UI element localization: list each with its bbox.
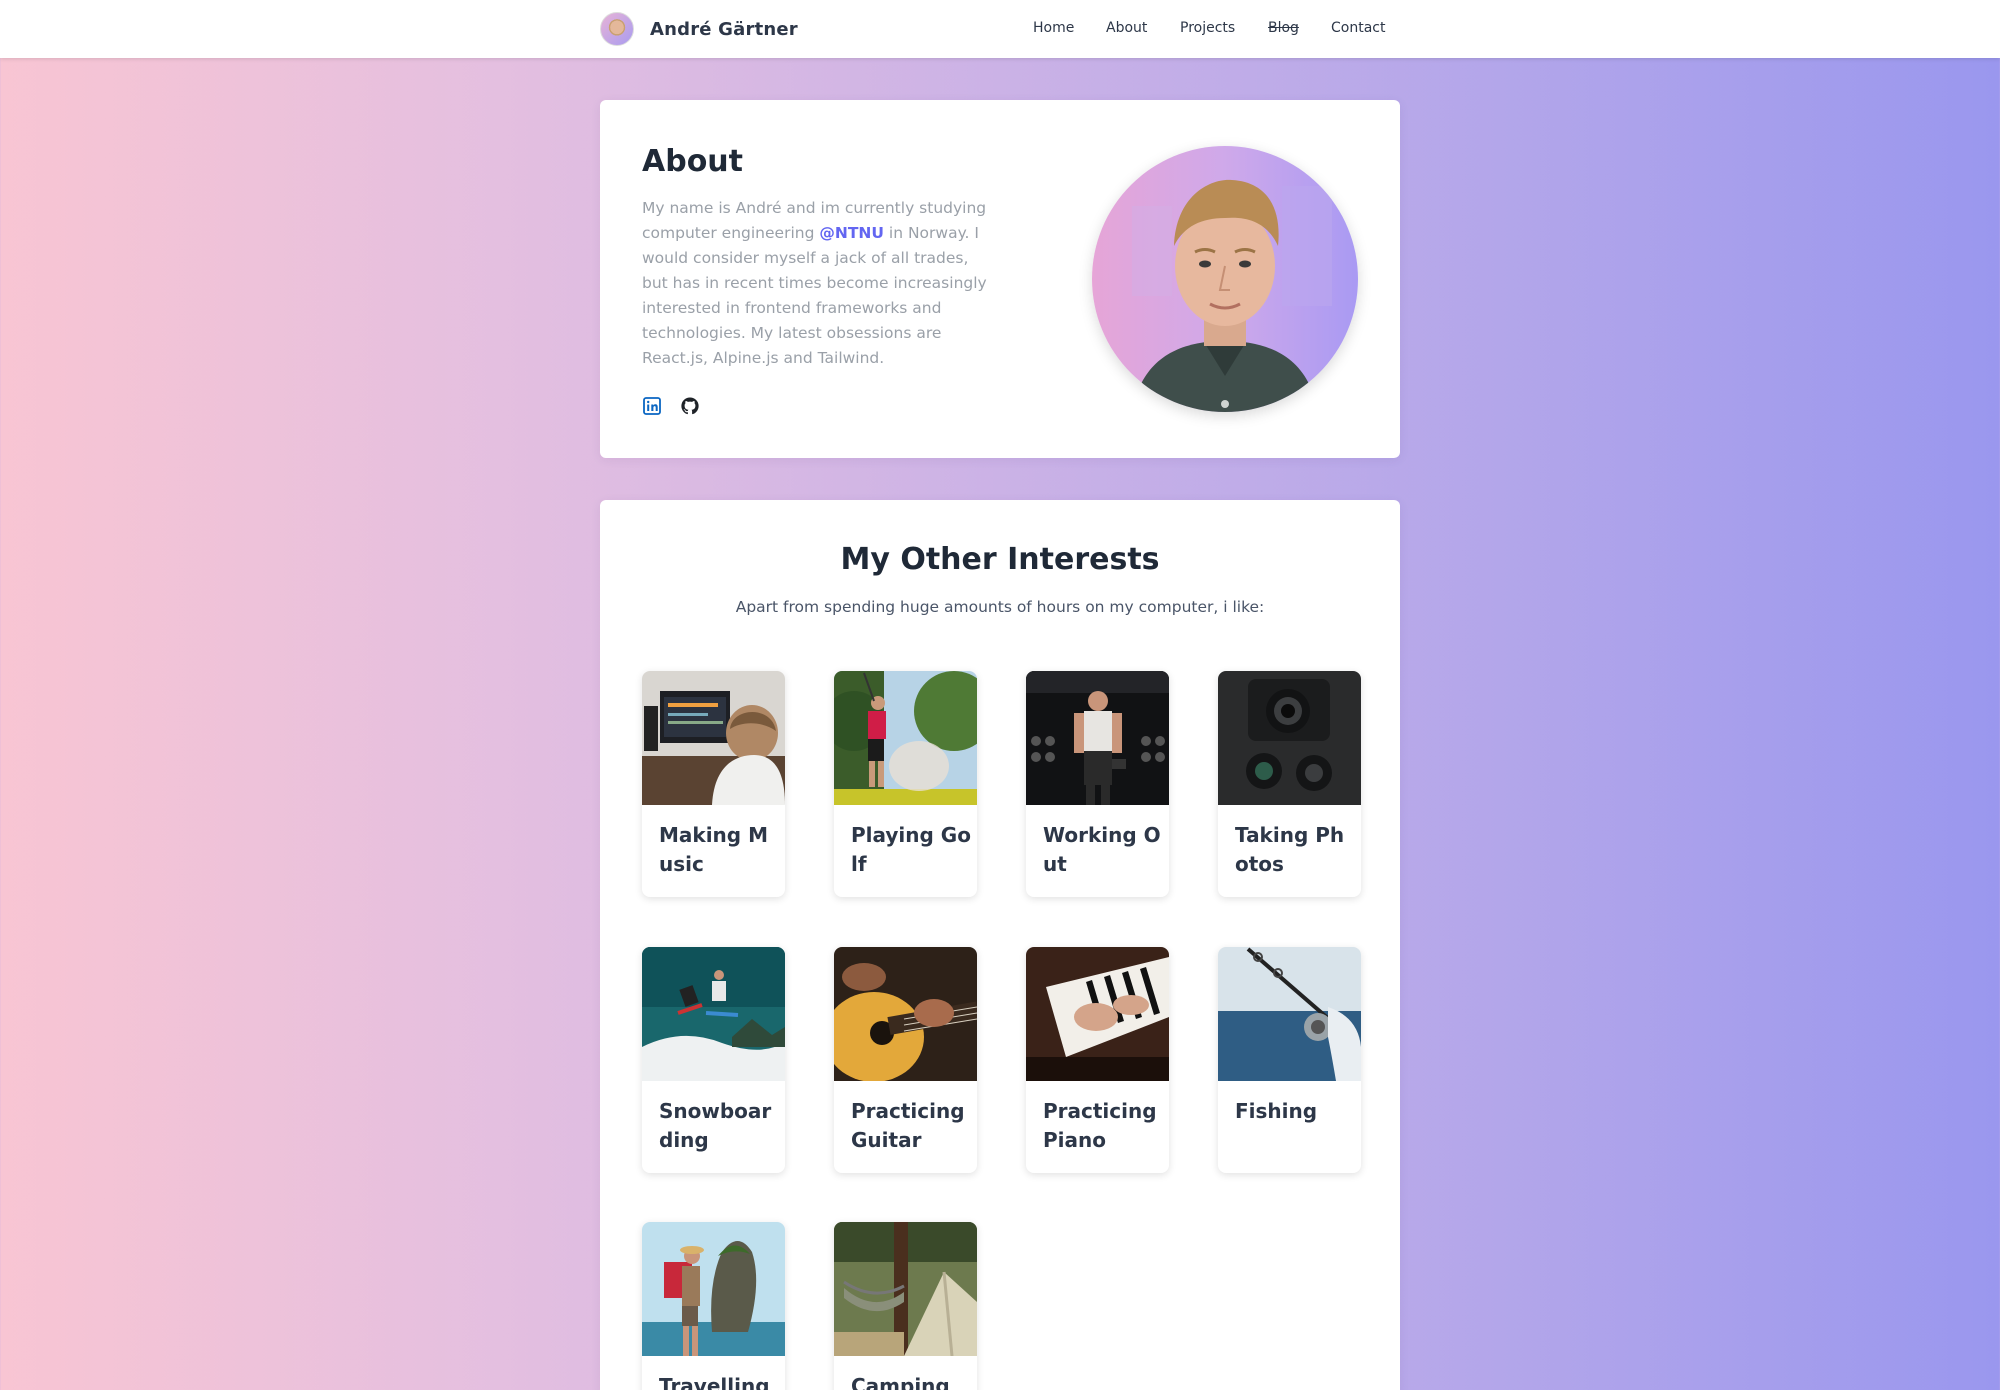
guitar-photo: [834, 947, 977, 1081]
github-icon[interactable]: [680, 396, 700, 416]
piano-photo: [1026, 947, 1169, 1081]
interest-label: Camping: [851, 1374, 950, 1390]
interest-card-camping[interactable]: Camping: [834, 1222, 977, 1390]
nav-link-blog[interactable]: Blog: [1268, 20, 1299, 36]
interest-label: Making Music: [659, 823, 768, 876]
brand[interactable]: André Gärtner: [600, 12, 798, 46]
social-links: [642, 396, 700, 416]
interest-card-taking-photos[interactable]: Taking Photos: [1218, 671, 1361, 897]
interest-card-snowboarding[interactable]: Snowboarding: [642, 947, 785, 1173]
gym-photo: [1026, 671, 1169, 805]
interest-label: Working Out: [1043, 823, 1161, 876]
interest-card-making-music[interactable]: Making Music: [642, 671, 785, 897]
interest-card-working-out[interactable]: Working Out: [1026, 671, 1169, 897]
interests-card: My Other Interests Apart from spending h…: [600, 500, 1400, 1390]
interest-label: Practicing Piano: [1043, 1099, 1157, 1152]
interest-label: Travelling: [659, 1374, 770, 1390]
interest-label: Fishing: [1235, 1099, 1318, 1123]
camera-photo: [1218, 671, 1361, 805]
travel-photo: [642, 1222, 785, 1356]
interest-card-playing-golf[interactable]: Playing Golf: [834, 671, 977, 897]
nav-links: Home About Projects Blog Contact: [1000, 0, 1400, 58]
about-text: My name is André and im currently studyi…: [642, 196, 997, 371]
interest-card-travelling[interactable]: Travelling: [642, 1222, 785, 1390]
interest-label: Practicing Guitar: [851, 1099, 965, 1152]
about-card: About My name is André and im currently …: [600, 100, 1400, 458]
top-navbar: André Gärtner Home About Projects Blog C…: [0, 0, 2000, 58]
interest-label: Taking Photos: [1235, 823, 1345, 876]
nav-link-home[interactable]: Home: [1033, 20, 1074, 36]
linkedin-icon[interactable]: [642, 396, 662, 416]
fishing-photo: [1218, 947, 1361, 1081]
golf-swing-photo: [834, 671, 977, 805]
interests-title: My Other Interests: [840, 542, 1160, 577]
about-title: About: [642, 144, 744, 179]
interest-card-practicing-guitar[interactable]: Practicing Guitar: [834, 947, 977, 1173]
interest-card-fishing[interactable]: Fishing: [1218, 947, 1361, 1173]
music-studio-photo: [642, 671, 785, 805]
brand-name[interactable]: André Gärtner: [650, 19, 798, 40]
ntnu-link[interactable]: @NTNU: [819, 224, 884, 242]
nav-link-projects[interactable]: Projects: [1180, 20, 1235, 36]
interest-label: Snowboarding: [659, 1099, 772, 1152]
interest-label: Playing Golf: [851, 823, 971, 876]
about-text-after: in Norway. I would consider myself a jac…: [642, 224, 987, 367]
nav-link-about[interactable]: About: [1106, 20, 1147, 36]
avatar: [600, 12, 634, 46]
snowboard-photo: [642, 947, 785, 1081]
nav-link-contact[interactable]: Contact: [1331, 20, 1385, 36]
profile-photo: [1092, 146, 1358, 412]
interest-card-practicing-piano[interactable]: Practicing Piano: [1026, 947, 1169, 1173]
interests-subtitle: Apart from spending huge amounts of hour…: [735, 598, 1265, 616]
camping-photo: [834, 1222, 977, 1356]
